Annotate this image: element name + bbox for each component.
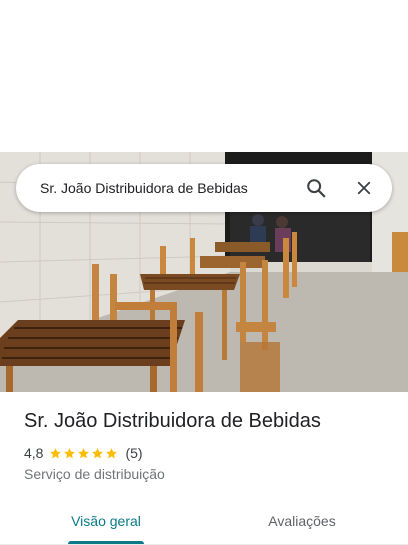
rating-value: 4,8: [24, 445, 44, 461]
map-blank-area: [0, 0, 408, 152]
search-button[interactable]: [292, 164, 340, 212]
review-count[interactable]: (5): [125, 445, 142, 461]
star-icon: [78, 447, 90, 458]
search-icon: [307, 179, 326, 198]
rating-row[interactable]: 4,8 (5): [24, 445, 143, 461]
tab-reviews-label: Avaliações: [268, 513, 336, 529]
rating-stars: [49, 447, 119, 460]
place-title: Sr. João Distribuidora de Bebidas: [24, 410, 321, 432]
tab-overview-label: Visão geral: [71, 513, 141, 529]
search-input[interactable]: Sr. João Distribuidora de Bebidas: [16, 180, 292, 196]
close-icon: [357, 181, 371, 195]
close-button[interactable]: [340, 164, 388, 212]
tab-reviews[interactable]: Avaliações: [244, 498, 360, 544]
place-category[interactable]: Serviço de distribuição: [24, 466, 165, 482]
search-bar[interactable]: Sr. João Distribuidora de Bebidas: [16, 164, 392, 212]
tab-overview[interactable]: Visão geral: [48, 498, 164, 544]
star-icon: [50, 447, 62, 458]
place-tabs: Visão geral Avaliações: [0, 498, 408, 545]
star-icon: [106, 447, 118, 458]
star-icon: [64, 447, 76, 458]
star-icon: [92, 447, 104, 458]
